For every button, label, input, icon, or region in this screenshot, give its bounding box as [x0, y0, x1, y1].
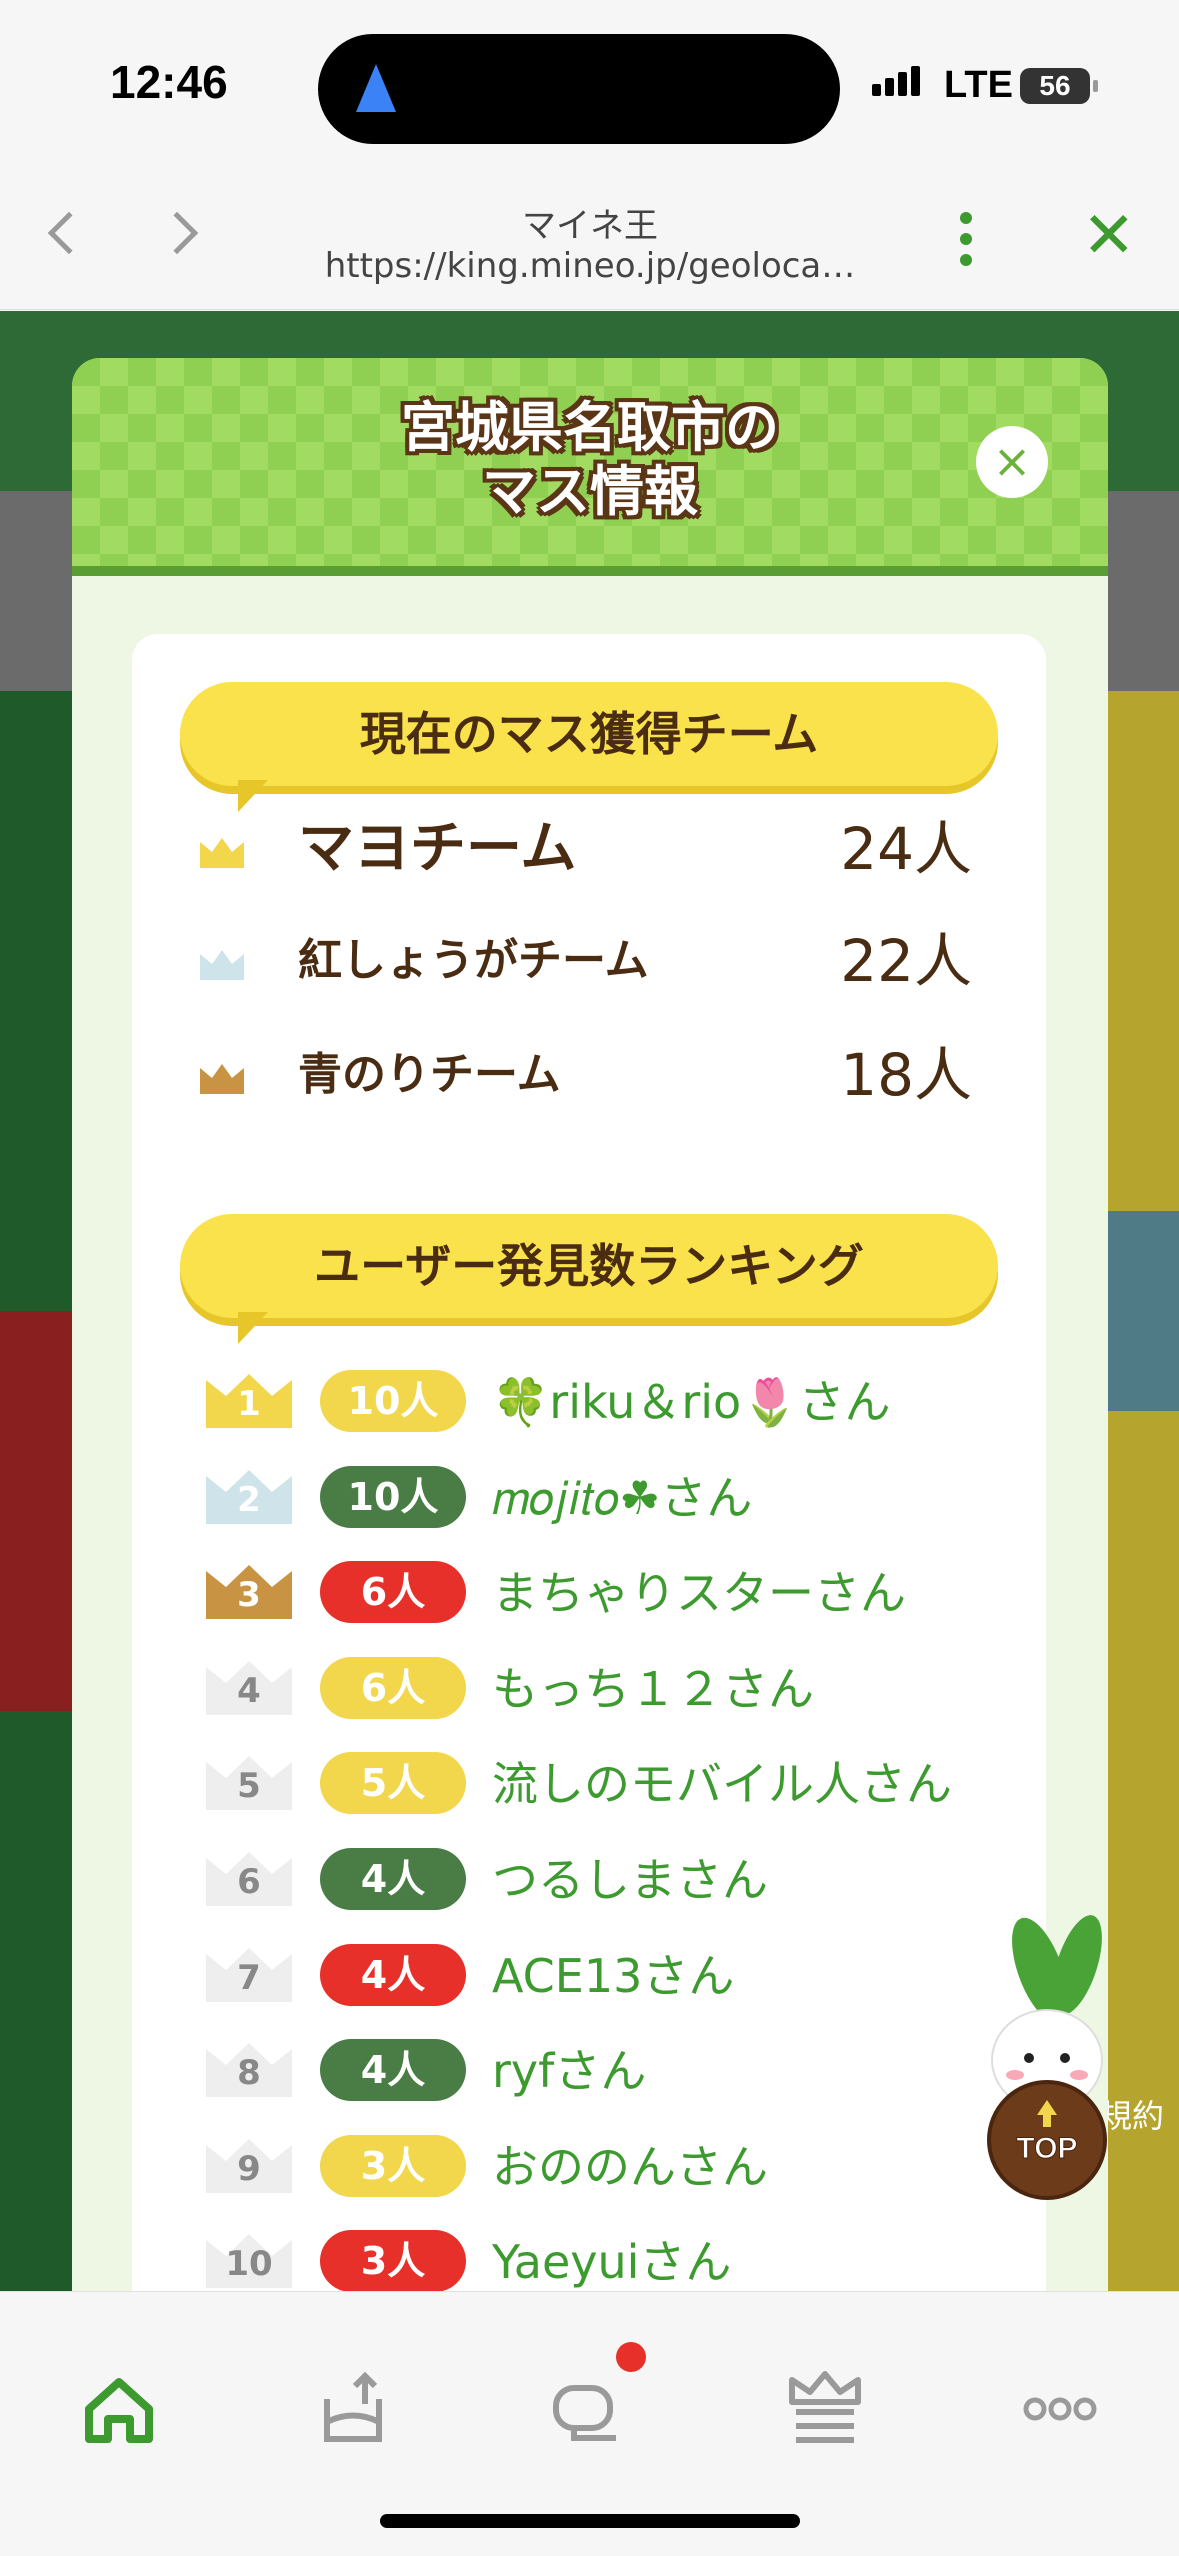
team-name: 青のりチーム [298, 1049, 561, 1100]
rank-number: 8 [237, 2053, 261, 2093]
home-indicator [380, 2514, 800, 2528]
modal-header: 宮城県名取市の マス情報 × [72, 358, 1108, 576]
modal-title-line1: 宮城県名取市の [401, 396, 779, 459]
user-name[interactable]: 流しのモバイル人さん [492, 1754, 952, 1814]
browser-toolbar: マイネ王 https://king.mineo.jp/geoloca… ✕ [0, 170, 1179, 310]
ranking-row[interactable]: 5 5人 流しのモバイル人さん [202, 1744, 1022, 1824]
user-name[interactable]: ACE13さん [492, 1946, 734, 2006]
crown-ranking-icon[interactable] [780, 2364, 870, 2454]
team-count: 24人 [840, 815, 972, 883]
ranking-row[interactable]: 7 4人 ACE13さん [202, 1936, 1022, 2016]
more-vertical-icon[interactable] [960, 212, 974, 275]
discovery-count-badge: 4人 [320, 1944, 466, 2006]
discovery-count-badge: 10人 [320, 1370, 466, 1432]
discovery-count-badge: 3人 [320, 2135, 466, 2197]
location-arrow-icon [356, 64, 396, 112]
status-time: 12:46 [110, 56, 228, 108]
upload-tray-icon[interactable] [307, 2364, 397, 2454]
modal-title-line2: マス情報 [482, 460, 698, 523]
url-field[interactable]: https://king.mineo.jp/geoloca… [300, 246, 880, 286]
top-mascot-button[interactable]: TOP [985, 1910, 1115, 2200]
user-name[interactable]: つるしまさん [492, 1850, 768, 1910]
background-tile-blue [1099, 1211, 1179, 1411]
discovery-count-badge: 6人 [320, 1561, 466, 1623]
top-label: TOP [1016, 2132, 1077, 2165]
user-name[interactable]: おののんさん [492, 2137, 768, 2197]
team-name: 紅しょうがチーム [298, 935, 649, 986]
team-count: 18人 [840, 1041, 972, 1109]
modal-close-button[interactable]: × [976, 426, 1048, 498]
rank-number: 3 [237, 1575, 261, 1615]
user-name[interactable]: Yaeyuiさん [492, 2232, 731, 2292]
home-icon[interactable] [74, 2364, 164, 2454]
user-name[interactable]: もっち１２さん [492, 1659, 814, 1719]
user-name[interactable]: ryfさん [492, 2041, 646, 2101]
teams-heading: 現在のマス獲得チーム [180, 682, 998, 812]
rank-number: 10 [225, 2244, 273, 2284]
ranking-row[interactable]: 9 3人 おののんさん [202, 2127, 1022, 2207]
team-crown-icon [200, 838, 244, 868]
team-name: マヨチーム [298, 816, 577, 881]
discovery-count-badge: 3人 [320, 2230, 466, 2292]
dynamic-island [318, 34, 840, 144]
ranking-row[interactable]: 8 4人 ryfさん [202, 2031, 1022, 2111]
ranking-row[interactable]: 6 4人 つるしまさん [202, 1840, 1022, 1920]
rank-number: 6 [237, 1862, 261, 1902]
ranking-row[interactable]: 3 6人 まちゃりスターさん [202, 1553, 1022, 1633]
ranking-row[interactable]: 2 10人 𝑚𝑜𝑗𝑖𝑡𝑜☘さん [202, 1458, 1022, 1538]
ranking-heading: ユーザー発見数ランキング [180, 1214, 998, 1344]
rank-number: 9 [237, 2149, 261, 2189]
ranking-row[interactable]: 10 3人 Yaeyuiさん [202, 2222, 1022, 2293]
modal-card: 現在のマス獲得チーム マヨチーム 24人 紅しょうがチーム 22人 青のりチーム 18人 … [132, 634, 1046, 2293]
rank-number: 5 [237, 1766, 261, 1806]
discovery-count-badge: 6人 [320, 1657, 466, 1719]
discovery-count-badge: 4人 [320, 1848, 466, 1910]
team-row: 青のりチーム 18人 [198, 1030, 998, 1120]
team-row: マヨチーム 24人 [198, 804, 998, 894]
ranking-row[interactable]: 4 6人 もっち１２さん [202, 1649, 1022, 1729]
background-tile-red [0, 1311, 80, 1711]
team-crown-icon [200, 1064, 244, 1094]
ranking-row[interactable]: 1 10人 🍀riku＆rio🌷さん [202, 1362, 1022, 1442]
rank-number: 4 [237, 1671, 261, 1711]
discovery-count-badge: 5人 [320, 1752, 466, 1814]
status-bar: 12:46 LTE 56 [0, 0, 1179, 170]
chat-icon[interactable] [544, 2364, 634, 2454]
network-type: LTE [944, 64, 1013, 106]
notification-badge [616, 2342, 646, 2372]
more-icon[interactable] [1015, 2364, 1105, 2454]
user-name[interactable]: 🍀riku＆rio🌷さん [492, 1372, 890, 1432]
battery-icon: 56 [1020, 68, 1098, 104]
user-name[interactable]: まちゃりスターさん [492, 1563, 906, 1623]
team-count: 22人 [840, 927, 972, 995]
modal-title: 宮城県名取市の マス情報 [72, 396, 1108, 524]
discovery-count-badge: 4人 [320, 2039, 466, 2101]
team-crown-icon [200, 950, 244, 980]
rank-number: 2 [237, 1480, 261, 1520]
rank-number: 7 [237, 1958, 261, 1998]
discovery-count-badge: 10人 [320, 1466, 466, 1528]
page-title: マイネ王 [522, 206, 658, 246]
team-row: 紅しょうがチーム 22人 [198, 916, 998, 1006]
forward-icon[interactable] [155, 211, 199, 255]
signal-icon [872, 66, 924, 96]
user-name[interactable]: 𝑚𝑜𝑗𝑖𝑡𝑜☘さん [492, 1468, 752, 1528]
back-icon[interactable] [47, 211, 91, 255]
area-info-modal: 宮城県名取市の マス情報 × 現在のマス獲得チーム マヨチーム 24人 紅しょうがチ… [72, 358, 1108, 2293]
close-browser-icon[interactable]: ✕ [1082, 204, 1136, 268]
rank-number: 1 [237, 1384, 261, 1424]
